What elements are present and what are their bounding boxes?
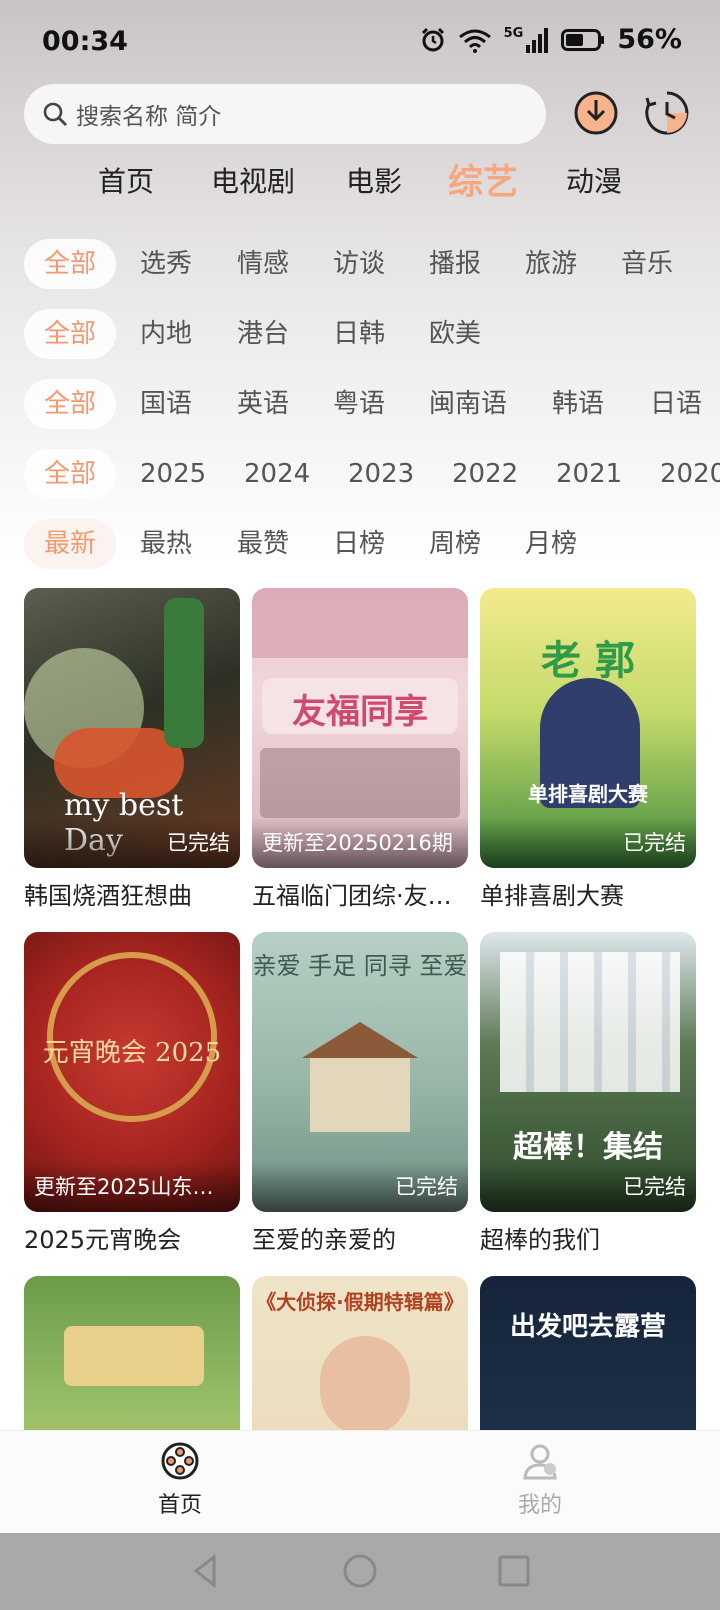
search-icon bbox=[43, 102, 67, 126]
filter-chip[interactable]: 2023 bbox=[348, 449, 414, 499]
category-tabs: 首页 电视剧 电影 综艺 动漫 bbox=[0, 160, 720, 210]
filter-row-genre: 全部 选秀 情感 访谈 播报 旅游 音乐 bbox=[0, 239, 720, 289]
filter-row-region: 全部 内地 港台 日韩 欧美 bbox=[0, 309, 720, 359]
network-label: 5G bbox=[503, 26, 524, 41]
tab-movies[interactable]: 电影 bbox=[346, 160, 402, 200]
filter-chip[interactable]: 英语 bbox=[237, 379, 289, 429]
signal-icon bbox=[526, 27, 549, 53]
bottom-navigation: 首页 我的 bbox=[0, 1430, 720, 1533]
sort-chip[interactable]: 最热 bbox=[140, 519, 192, 569]
poster-text: 单排喜剧大赛 bbox=[528, 782, 648, 806]
download-icon[interactable] bbox=[573, 90, 619, 136]
show-card[interactable]: 亲爱 手足 同寻 至爱 已完结 至爱的亲爱的 bbox=[252, 932, 468, 1255]
status-badge: 已完结 bbox=[24, 818, 240, 868]
filter-row-language: 全部 国语 英语 粤语 闽南语 韩语 日语 bbox=[0, 379, 720, 429]
filter-chip[interactable]: 旅游 bbox=[525, 239, 577, 289]
home-circle-icon[interactable] bbox=[342, 1553, 378, 1589]
tab-home[interactable]: 首页 bbox=[98, 160, 154, 200]
show-card[interactable]: 友福同享 更新至20250216期 五福临门团综·友福同享 bbox=[252, 588, 468, 911]
show-card[interactable]: my best Day 已完结 韩国烧酒狂想曲 bbox=[24, 588, 240, 911]
show-title: 至爱的亲爱的 bbox=[252, 1226, 396, 1254]
back-icon[interactable] bbox=[188, 1553, 224, 1589]
show-title: 超棒的我们 bbox=[480, 1226, 600, 1254]
battery-percent: 56% bbox=[617, 24, 682, 55]
show-poster: my best Day 已完结 bbox=[24, 588, 240, 868]
poster-text: 友福同享 bbox=[292, 692, 428, 732]
poster-text: 元宵晚会 2025 bbox=[42, 1038, 222, 1068]
tab-tv-series[interactable]: 电视剧 bbox=[211, 160, 295, 200]
filter-chip[interactable]: 2024 bbox=[244, 449, 310, 499]
show-poster: 友福同享 更新至20250216期 bbox=[252, 588, 468, 868]
nav-home-label: 首页 bbox=[157, 1493, 202, 1518]
filter-row-year: 全部 2025 2024 2023 2022 2021 2020 bbox=[0, 449, 720, 499]
filter-chip[interactable]: 2025 bbox=[140, 449, 206, 499]
filter-chip[interactable]: 2020 bbox=[660, 449, 720, 499]
filter-chip[interactable]: 2022 bbox=[452, 449, 518, 499]
filter-chip[interactable]: 访谈 bbox=[333, 239, 385, 289]
filter-chip[interactable]: 日韩 bbox=[333, 309, 385, 359]
recents-icon[interactable] bbox=[496, 1553, 532, 1589]
filter-chip[interactable]: 播报 bbox=[429, 239, 481, 289]
sort-chip[interactable]: 月榜 bbox=[525, 519, 577, 569]
tab-variety[interactable]: 综艺 bbox=[448, 154, 518, 205]
show-poster: 亲爱 手足 同寻 至爱 已完结 bbox=[252, 932, 468, 1212]
filter-chip[interactable]: 情感 bbox=[237, 239, 289, 289]
show-card[interactable]: 老 郭 单排喜剧大赛 已完结 单排喜剧大赛 bbox=[480, 588, 696, 911]
show-title: 单排喜剧大赛 bbox=[480, 882, 624, 910]
tab-anime[interactable]: 动漫 bbox=[566, 160, 622, 200]
system-navigation-bar bbox=[0, 1533, 720, 1610]
sort-chip[interactable]: 最赞 bbox=[237, 519, 289, 569]
film-reel-icon bbox=[161, 1442, 199, 1480]
nav-profile-label: 我的 bbox=[517, 1493, 562, 1518]
show-title: 2025元宵晚会 bbox=[24, 1226, 182, 1254]
show-card[interactable]: 元宵晚会 2025 更新至2025山东卫视元宵晚会 2025元宵晚会 bbox=[24, 932, 240, 1255]
filter-chip[interactable]: 欧美 bbox=[429, 309, 481, 359]
status-icons: 5G 56% bbox=[420, 24, 682, 55]
nav-profile[interactable]: 我的 bbox=[480, 1441, 600, 1519]
filter-chip[interactable]: 粤语 bbox=[333, 379, 385, 429]
filter-chip[interactable]: 日语 bbox=[650, 379, 702, 429]
show-poster: 超棒！集结 已完结 bbox=[480, 932, 696, 1212]
filter-language-all[interactable]: 全部 bbox=[24, 379, 117, 429]
sort-chip[interactable]: 周榜 bbox=[429, 519, 481, 569]
search-bar[interactable]: 搜索名称 简介 bbox=[24, 84, 546, 144]
filter-chip[interactable]: 选秀 bbox=[140, 239, 192, 289]
show-card[interactable]: 超棒！集结 已完结 超棒的我们 bbox=[480, 932, 696, 1255]
sort-chip[interactable]: 日榜 bbox=[333, 519, 385, 569]
wifi-icon bbox=[458, 29, 491, 53]
status-badge: 更新至2025山东卫视元宵晚会 bbox=[24, 1162, 240, 1212]
filter-chip[interactable]: 港台 bbox=[237, 309, 289, 359]
poster-text: 《大侦探·假期特辑篇》 bbox=[256, 1290, 464, 1314]
sort-latest[interactable]: 最新 bbox=[24, 519, 117, 569]
filter-chip[interactable]: 2021 bbox=[556, 449, 622, 499]
show-poster: 元宵晚会 2025 更新至2025山东卫视元宵晚会 bbox=[24, 932, 240, 1212]
filter-region-all[interactable]: 全部 bbox=[24, 309, 117, 359]
filter-chip[interactable]: 韩语 bbox=[552, 379, 604, 429]
show-title: 韩国烧酒狂想曲 bbox=[24, 882, 192, 910]
filter-chip[interactable]: 音乐 bbox=[621, 239, 673, 289]
poster-text: 出发吧去露营 bbox=[509, 1312, 666, 1342]
alarm-icon bbox=[421, 27, 444, 51]
filter-chip[interactable]: 内地 bbox=[140, 309, 192, 359]
show-title: 五福临门团综·友福同享 bbox=[252, 882, 468, 910]
status-time: 00:34 bbox=[42, 26, 128, 57]
status-badge: 已完结 bbox=[252, 1162, 468, 1212]
status-badge: 已完结 bbox=[480, 1162, 696, 1212]
show-poster: 老 郭 单排喜剧大赛 已完结 bbox=[480, 588, 696, 868]
filter-chip[interactable]: 闽南语 bbox=[429, 379, 507, 429]
status-bar: 00:34 5G 56% bbox=[0, 0, 720, 84]
battery-icon bbox=[561, 28, 605, 51]
search-placeholder: 搜索名称 简介 bbox=[76, 104, 222, 130]
filter-year-all[interactable]: 全部 bbox=[24, 449, 117, 499]
history-icon[interactable] bbox=[644, 90, 690, 136]
nav-home[interactable]: 首页 bbox=[120, 1441, 240, 1519]
poster-text: 亲爱 手足 同寻 至爱 bbox=[252, 952, 468, 980]
filter-row-sort: 最新 最热 最赞 日榜 周榜 月榜 bbox=[0, 519, 720, 569]
filter-chip[interactable]: 国语 bbox=[140, 379, 192, 429]
profile-icon bbox=[523, 1444, 557, 1480]
status-badge: 已完结 bbox=[480, 818, 696, 868]
status-badge: 更新至20250216期 bbox=[252, 818, 468, 868]
poster-text: 超棒！集结 bbox=[513, 1130, 663, 1165]
filter-genre-all[interactable]: 全部 bbox=[24, 239, 117, 289]
